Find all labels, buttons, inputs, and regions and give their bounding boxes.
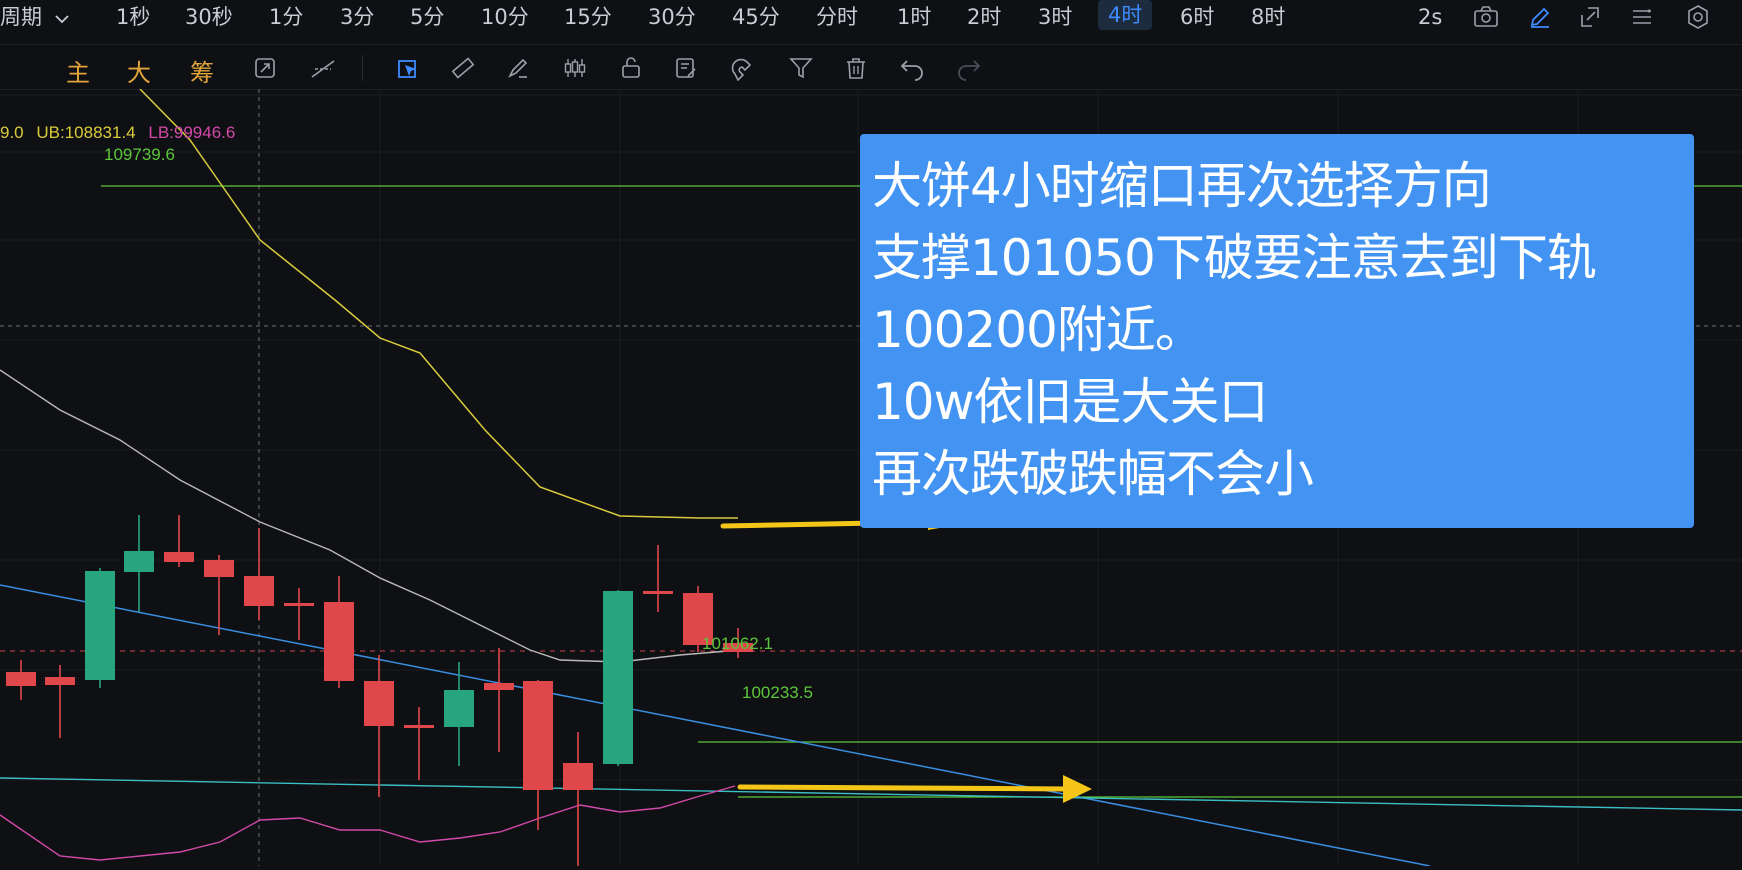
tf-6h[interactable]: 6时: [1180, 4, 1214, 30]
upper-band-line: [139, 88, 738, 519]
tf-realtime[interactable]: 分时: [816, 4, 858, 30]
legend-partial-value: 9.0: [0, 123, 24, 142]
tf-4h[interactable]: 4时: [1098, 0, 1153, 30]
tf-15m[interactable]: 15分: [564, 4, 612, 30]
tf-45m[interactable]: 45分: [732, 4, 780, 30]
tf-30s[interactable]: 30秒: [185, 4, 233, 30]
tf-30m[interactable]: 30分: [648, 4, 696, 30]
legend-ub: UB:108831.4: [36, 123, 136, 142]
tf-8h[interactable]: 8时: [1251, 4, 1285, 30]
candle-body: [164, 552, 194, 562]
annotation-line: 再次跌破跌幅不会小: [872, 445, 1314, 503]
price-label-support-2: 100233.5: [742, 683, 813, 702]
select-icon[interactable]: [395, 55, 421, 81]
annotation-line: 大饼4小时缩口再次选择方向: [872, 157, 1492, 215]
arrow-line: [737, 784, 1073, 792]
magnet-icon[interactable]: [728, 55, 754, 82]
indicator-legend: 9.0 UB:108831.4 LB:99946.6: [0, 123, 235, 143]
list-icon[interactable]: [1630, 5, 1654, 33]
tf-2h[interactable]: 2时: [967, 4, 1001, 30]
camera-icon[interactable]: [1473, 5, 1499, 33]
toolbar-divider: [362, 55, 363, 81]
drawing-toolbar: 主 大 筹: [0, 44, 1742, 90]
annotation-line: 100200附近。: [872, 301, 1205, 359]
tf-3h[interactable]: 3时: [1038, 4, 1072, 30]
indicator-chips[interactable]: 筹: [190, 53, 214, 88]
settings-icon[interactable]: [1685, 4, 1711, 34]
support-line: [0, 777, 1742, 811]
tf-10m[interactable]: 10分: [481, 4, 529, 30]
notes-icon[interactable]: [673, 55, 699, 81]
period-label: 周期: [0, 5, 42, 29]
candle-body: [6, 672, 36, 686]
lower-band-line: [0, 785, 736, 861]
candle-body: [324, 602, 354, 681]
candle-body: [364, 681, 394, 726]
timeframe-bar: 周期 1秒 30秒 1分 3分 5分 10分 15分 30分 45分 分时 1时…: [0, 0, 1742, 42]
candle-body: [523, 681, 553, 790]
candle-body: [85, 571, 115, 680]
undo-icon[interactable]: [898, 55, 924, 81]
candle-body: [484, 683, 514, 690]
indicator-main[interactable]: 主: [66, 53, 90, 88]
edit-frame-icon[interactable]: [1578, 5, 1602, 33]
annotation-box[interactable]: 大饼4小时缩口再次选择方向 支撑101050下破要注意去到下轨 100200附近…: [860, 134, 1694, 528]
sync-icon[interactable]: [252, 55, 278, 81]
candle-body: [124, 551, 154, 572]
tf-1m[interactable]: 1分: [269, 4, 303, 30]
candle-body: [444, 690, 474, 727]
tf-1h[interactable]: 1时: [897, 4, 931, 30]
chevron-down-icon: [55, 4, 69, 30]
annotation-line: 支撑101050下破要注意去到下轨: [872, 229, 1597, 287]
lock-icon[interactable]: [618, 55, 644, 81]
tf-1s[interactable]: 1秒: [116, 4, 150, 30]
ruler-icon[interactable]: [450, 55, 476, 81]
redo-icon[interactable]: [955, 55, 981, 81]
candle-body: [404, 725, 434, 728]
tf-5m[interactable]: 5分: [410, 4, 444, 30]
trash-icon[interactable]: [843, 55, 869, 81]
candle-body: [204, 560, 234, 577]
candle-body: [563, 763, 593, 790]
candle-body: [284, 603, 314, 606]
indicator-big[interactable]: 大: [127, 53, 151, 88]
candle-body: [244, 576, 274, 606]
interval-value[interactable]: 2s: [1418, 4, 1442, 30]
legend-lb: LB:99946.6: [148, 123, 236, 142]
candle-body: [643, 591, 673, 594]
period-selector[interactable]: 周期: [0, 4, 69, 30]
brush-icon[interactable]: [505, 55, 531, 81]
trend-line: [0, 584, 1431, 867]
candles-icon[interactable]: [562, 55, 588, 81]
candle-body: [45, 677, 75, 685]
crosshair-line-icon[interactable]: [309, 55, 335, 81]
tf-3m[interactable]: 3分: [340, 4, 374, 30]
price-label-support-1: 101062.1: [702, 634, 773, 653]
filter-icon[interactable]: [788, 55, 814, 81]
candle-body: [603, 591, 633, 764]
price-label-upper: 109739.6: [104, 145, 175, 164]
annotation-line: 10w依旧是大关口: [872, 373, 1269, 431]
pencil-icon[interactable]: [1528, 5, 1552, 33]
